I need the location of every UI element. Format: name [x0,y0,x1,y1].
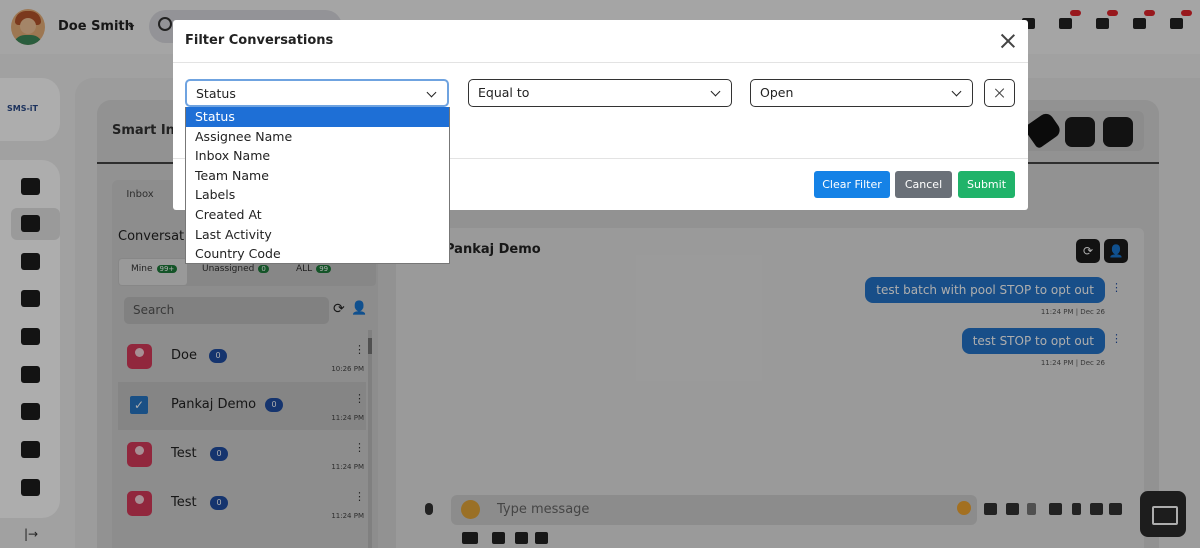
remove-filter-button[interactable] [984,79,1015,107]
select-value: Status [196,86,236,101]
chevron-down-icon [951,86,962,97]
dropdown-option-labels[interactable]: Labels [186,185,449,205]
cancel-button[interactable]: Cancel [895,171,952,198]
chevron-down-icon [426,87,437,98]
filter-value-select[interactable]: Open [750,79,973,107]
dropdown-option-created-at[interactable]: Created At [186,205,449,225]
filter-operator-select[interactable]: Equal to [468,79,732,107]
select-value: Open [760,85,794,100]
close-icon[interactable] [999,32,1017,50]
filter-field-select[interactable]: Status [185,79,449,107]
dropdown-option-last-activity[interactable]: Last Activity [186,225,449,245]
select-value: Equal to [478,85,530,100]
dropdown-option-status[interactable]: Status [186,107,449,127]
submit-button[interactable]: Submit [958,171,1015,198]
dropdown-option-country-code[interactable]: Country Code [186,244,449,264]
dropdown-option-team-name[interactable]: Team Name [186,166,449,186]
dropdown-option-assignee-name[interactable]: Assignee Name [186,127,449,147]
dropdown-option-inbox-name[interactable]: Inbox Name [186,146,449,166]
clear-filter-button[interactable]: Clear Filter [814,171,890,198]
filter-field-dropdown: Status Assignee Name Inbox Name Team Nam… [185,107,450,264]
chevron-down-icon [710,86,721,97]
modal-title: Filter Conversations [185,33,334,48]
modal-divider [173,62,1028,63]
